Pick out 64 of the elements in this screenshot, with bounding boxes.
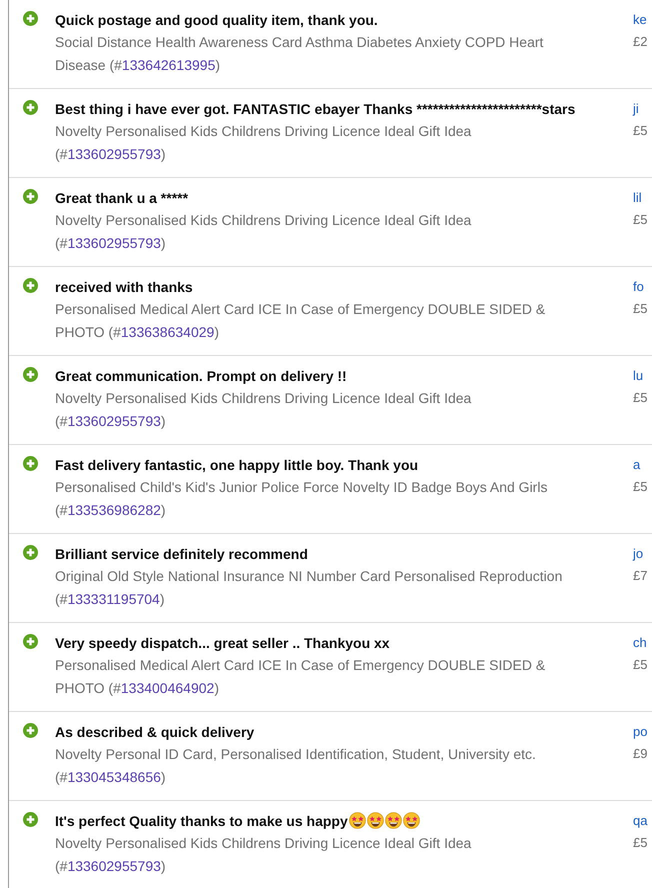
star-eyes-face-icon [366,812,384,829]
feedback-comment: As described & quick delivery [55,724,254,740]
positive-plus-icon [23,545,38,560]
positive-plus-icon [23,723,38,738]
item-description: Original Old Style National Insurance NI Number Card Personalised Reproduction (#133331195704) [55,567,564,609]
buyer-link[interactable]: ke [633,10,647,30]
buyer-link[interactable]: lu [633,366,644,386]
item-price: £5 [633,389,648,407]
positive-plus-icon [23,634,38,649]
item-price: £5 [633,656,648,674]
item-price: £5 [633,211,648,229]
item-number-link[interactable]: 133602955793 [67,413,161,429]
feedback-comment: Fast delivery fantastic, one happy little boy. Thank you [55,457,418,473]
buyer-link[interactable]: a [633,455,640,475]
buyer-link[interactable]: ch [633,633,647,653]
item-number-link[interactable]: 133602955793 [67,235,161,251]
item-price: £2 [633,33,648,51]
positive-plus-icon [23,189,38,204]
item-description: Novelty Personal ID Card, Personalised Identification, Student, University etc. (#133045348656) [55,745,537,787]
item-number-link[interactable]: 133536986282 [67,502,161,518]
positive-plus-icon [23,456,38,471]
item-price: £5 [633,122,648,140]
item-number-link[interactable]: 133045348656 [67,769,161,785]
item-price: £5 [633,300,648,318]
item-number-link[interactable]: 133638634029 [120,324,214,340]
item-number-link[interactable]: 133602955793 [67,858,161,874]
positive-plus-icon [23,367,38,382]
buyer-link[interactable]: qa [633,811,648,831]
item-price: £5 [633,478,648,496]
feedback-comment: Quick postage and good quality item, thank you. [55,12,378,28]
item-description: Novelty Personalised Kids Childrens Driving Licence Ideal Gift Idea (#133602955793) [55,211,472,253]
feedback-comment: received with thanks [55,279,193,295]
item-price: £9 [633,745,648,763]
feedback-comment: Best thing i have ever got. FANTASTIC ebayer Thanks ***********************stars [55,101,576,117]
item-price: £7 [633,567,648,585]
star-eyes-face-icon [348,812,366,829]
item-description: Social Distance Health Awareness Card Asthma Diabetes Anxiety COPD Heart Disease (#133642613995) [55,33,544,75]
buyer-link[interactable]: po [633,722,648,742]
feedback-comment: Brilliant service definitely recommend [55,546,308,562]
positive-plus-icon [23,278,38,293]
item-description: Personalised Child's Kid's Junior Police Force Novelty ID Badge Boys And Girls (#133536986282) [55,478,548,520]
feedback-comment: It's perfect Quality thanks to make us happy [55,813,348,829]
item-price: £5 [633,834,648,852]
star-eyes-face-icon [384,812,402,829]
item-number-link[interactable]: 133331195704 [67,591,160,607]
feedback-comment: Very speedy dispatch... great seller .. Thankyou xx [55,635,390,651]
item-description: Novelty Personalised Kids Childrens Driving Licence Ideal Gift Idea (#133602955793) [55,834,472,876]
buyer-link[interactable]: jo [633,544,644,564]
item-number-link[interactable]: 133400464902 [120,680,214,696]
feedback-comment: Great thank u a ***** [55,190,188,206]
positive-plus-icon [23,100,38,115]
star-eyes-face-icon [402,812,420,829]
item-number-link[interactable]: 133642613995 [122,57,216,73]
buyer-link[interactable]: fo [633,277,644,297]
positive-plus-icon [23,812,38,827]
buyer-link[interactable]: lil [633,188,642,208]
item-number-link[interactable]: 133602955793 [67,146,161,162]
buyer-link[interactable]: ji [633,99,639,119]
item-description: Novelty Personalised Kids Childrens Driving Licence Ideal Gift Idea (#133602955793) [55,389,472,431]
positive-plus-icon [23,11,38,26]
feedback-comment: Great communication. Prompt on delivery !! [55,368,347,384]
item-description: Personalised Medical Alert Card ICE In Case of Emergency DOUBLE SIDED & PHOTO (#133638634029) [55,300,546,342]
item-description: Personalised Medical Alert Card ICE In Case of Emergency DOUBLE SIDED & PHOTO (#133400464902) [55,656,546,698]
item-description: Novelty Personalised Kids Childrens Driving Licence Ideal Gift Idea (#133602955793) [55,122,472,164]
